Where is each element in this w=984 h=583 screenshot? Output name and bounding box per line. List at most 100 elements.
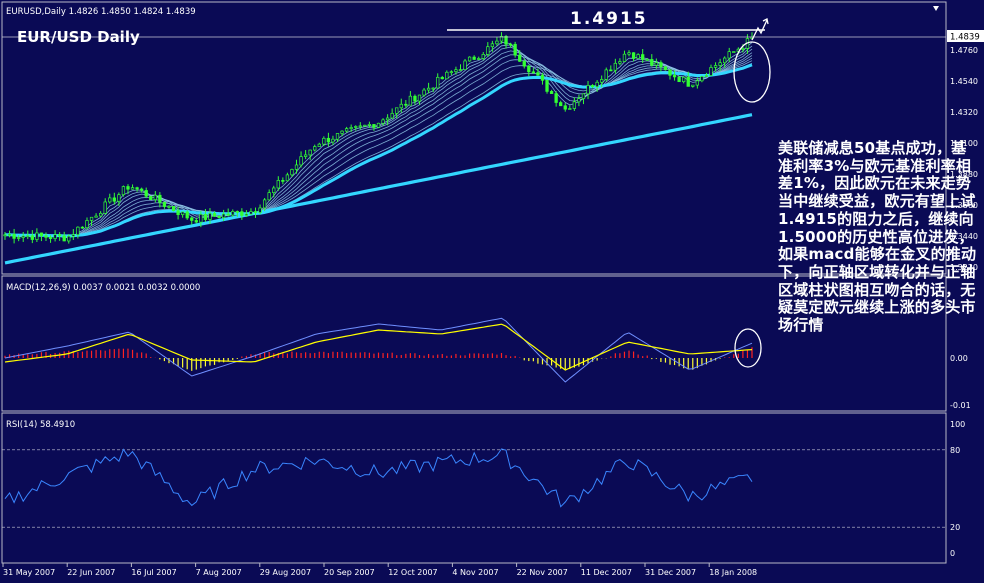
candle-body bbox=[408, 95, 413, 106]
candle-body bbox=[545, 79, 549, 92]
candle-body bbox=[563, 105, 567, 110]
candle-body bbox=[317, 143, 321, 147]
candle-body bbox=[212, 213, 217, 217]
candle-body bbox=[695, 80, 699, 86]
candle-body bbox=[445, 71, 449, 80]
candle-body bbox=[522, 60, 526, 67]
candle-body bbox=[58, 234, 62, 237]
candle-body bbox=[76, 226, 80, 236]
candle-body bbox=[226, 213, 230, 216]
candle-body bbox=[659, 62, 663, 68]
candle-body bbox=[299, 156, 303, 166]
candle-body bbox=[636, 54, 640, 59]
candle-body bbox=[663, 66, 668, 71]
candle-body bbox=[176, 210, 180, 216]
analysis-annotation: 美联储减息50基点成功，基准利率3%与欧元基准利率相差1%，因此欧元在未来走势当… bbox=[778, 139, 977, 335]
candle-body bbox=[458, 69, 463, 71]
candle-body bbox=[135, 187, 139, 190]
candle-body bbox=[486, 46, 490, 55]
candle-body bbox=[108, 197, 112, 203]
x-axis-date-label: 4 Nov 2007 bbox=[452, 568, 498, 577]
candle-body bbox=[21, 235, 25, 238]
candle-body bbox=[340, 130, 344, 134]
candle-body bbox=[372, 124, 376, 128]
candle-body bbox=[627, 52, 631, 55]
candle-body bbox=[604, 69, 608, 80]
candle-body bbox=[709, 67, 713, 76]
candle-body bbox=[221, 213, 226, 219]
candle-body bbox=[704, 75, 709, 77]
candle-body bbox=[285, 174, 290, 182]
rsi-y-tick: 100 bbox=[950, 420, 965, 429]
candle-body bbox=[89, 216, 94, 221]
x-axis-date-label: 20 Sep 2007 bbox=[324, 568, 375, 577]
candle-body bbox=[609, 69, 613, 72]
candle-body bbox=[326, 137, 331, 143]
candle-body bbox=[217, 215, 221, 219]
candle-body bbox=[17, 237, 21, 239]
candle-body bbox=[258, 207, 262, 213]
candle-body bbox=[559, 102, 563, 107]
candle-body bbox=[322, 137, 326, 145]
candle-body bbox=[682, 76, 686, 83]
x-axis-date-label: 22 Jun 2007 bbox=[67, 568, 115, 577]
candle-body bbox=[554, 93, 558, 103]
candle-body bbox=[158, 194, 162, 203]
candle-body bbox=[504, 35, 508, 45]
candle-body bbox=[422, 89, 426, 96]
candle-body bbox=[203, 213, 208, 220]
candle-body bbox=[80, 226, 85, 229]
candle-body bbox=[631, 52, 636, 59]
price-y-tick: 1.4320 bbox=[950, 108, 978, 117]
macd-header: MACD(12,26,9) 0.0037 0.0021 0.0032 0.000… bbox=[6, 283, 200, 293]
candle-body bbox=[85, 220, 89, 229]
candle-body bbox=[477, 58, 481, 60]
candle-body bbox=[686, 76, 690, 87]
candle-body bbox=[3, 234, 7, 237]
candle-body bbox=[426, 87, 431, 91]
x-axis-date-label: 7 Aug 2007 bbox=[196, 568, 242, 577]
x-axis-date-label: 11 Dec 2007 bbox=[581, 568, 632, 577]
x-axis-date-label: 29 Aug 2007 bbox=[260, 568, 311, 577]
candle-body bbox=[185, 211, 189, 219]
candle-body bbox=[267, 192, 271, 201]
candle-body bbox=[654, 62, 658, 66]
candle-body bbox=[94, 215, 98, 218]
price-y-tick: 1.4540 bbox=[950, 77, 978, 86]
candle-body bbox=[349, 127, 353, 129]
candle-body bbox=[99, 212, 103, 217]
candle-body bbox=[67, 235, 71, 242]
candle-body bbox=[618, 61, 622, 64]
candle-body bbox=[385, 117, 390, 121]
candle-body bbox=[581, 93, 586, 99]
last-price-label: 1.4839 bbox=[950, 33, 980, 43]
candle-body bbox=[513, 43, 517, 56]
candle-body bbox=[244, 213, 249, 216]
candle-body bbox=[71, 234, 75, 237]
candle-body bbox=[622, 53, 627, 62]
candle-body bbox=[677, 76, 681, 83]
candle-body bbox=[117, 194, 121, 202]
candle-body bbox=[130, 187, 135, 190]
candle-body bbox=[672, 74, 677, 78]
candle-body bbox=[691, 84, 695, 87]
x-axis-date-label: 16 Jul 2007 bbox=[131, 568, 176, 577]
candle-body bbox=[281, 180, 285, 182]
x-axis-date-label: 22 Nov 2007 bbox=[517, 568, 568, 577]
candle-body bbox=[62, 235, 66, 242]
rsi-y-tick: 20 bbox=[950, 523, 960, 532]
candle-body bbox=[308, 149, 312, 156]
candle-body bbox=[413, 95, 417, 102]
candle-body bbox=[590, 85, 595, 88]
candle-body bbox=[518, 54, 522, 62]
candle-body bbox=[645, 59, 649, 61]
candle-body bbox=[600, 79, 604, 83]
candle-body bbox=[153, 194, 157, 201]
candle-body bbox=[531, 71, 536, 74]
candle-body bbox=[723, 57, 727, 64]
candle-body bbox=[262, 199, 267, 209]
candle-body bbox=[144, 190, 148, 197]
candle-body bbox=[194, 220, 198, 223]
candle-body bbox=[381, 119, 385, 124]
candle-body bbox=[272, 187, 276, 193]
